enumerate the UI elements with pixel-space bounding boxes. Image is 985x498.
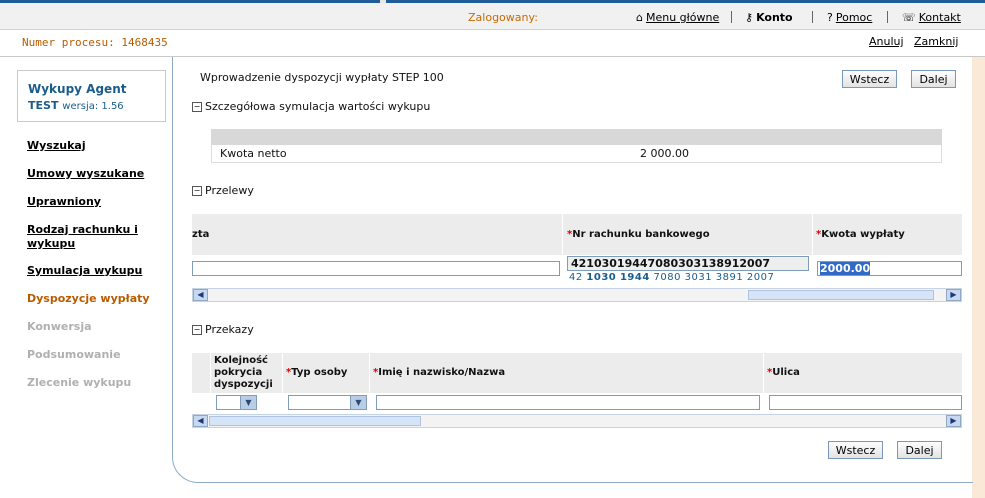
name-input[interactable] (376, 395, 760, 410)
back-button-bottom[interactable]: Wstecz (828, 441, 883, 459)
next-button-top[interactable]: Dalej (911, 70, 956, 88)
sidebar-item-search[interactable]: Wyszukaj (27, 139, 86, 152)
sidebar-item-found-contracts[interactable]: Umowy wyszukane (27, 167, 144, 180)
back-button-top[interactable]: Wstecz (842, 70, 897, 88)
scrollbar-thumb[interactable] (209, 416, 421, 426)
transfers-out-section-title: Przekazy (205, 323, 254, 336)
contact-label: Kontakt (918, 11, 961, 24)
home-icon: ⌂ (636, 11, 643, 24)
collapse-icon[interactable]: − (192, 186, 202, 196)
column-header-blank (192, 353, 211, 393)
collapse-icon[interactable]: − (192, 102, 202, 112)
sidebar-item-simulation[interactable]: Symulacja wykupu (27, 264, 142, 277)
scroll-left-icon[interactable]: ◀ (193, 415, 208, 427)
account-formatted: 42 1030 1944 7080 3031 3891 2007 (569, 272, 774, 283)
process-bar: Numer procesu: 1468435 Anuluj Zamknij (0, 30, 985, 57)
app-title: Wykupy Agent (28, 82, 127, 96)
sidebar-item-beneficiary[interactable]: Uprawniony (27, 195, 101, 208)
header-divider (812, 11, 813, 23)
cancel-link[interactable]: Anuluj (869, 35, 904, 48)
main-menu-label: Menu główne (645, 11, 720, 24)
account-part: 42 (569, 272, 583, 283)
process-number: Numer procesu: 1468435 (22, 36, 168, 49)
payout-amount-value: 2000.00 (820, 262, 871, 275)
help-label: Pomoc (835, 11, 873, 24)
simulation-table-header (211, 129, 942, 145)
simulation-section-title: Szczegółowa symulacja wartości wykupu (205, 100, 431, 113)
sidebar-item-payout-dispositions[interactable]: Dyspozycje wypłaty (27, 292, 150, 305)
street-header-label: Ulica (772, 367, 800, 378)
phone-icon: ☏ (902, 11, 916, 24)
column-header-account: *Nr rachunku bankowego (563, 214, 813, 255)
header-divider (887, 11, 888, 23)
next-button-bottom[interactable]: Dalej (897, 441, 942, 459)
env-label: TEST (28, 99, 59, 112)
net-amount-value: 2 000.00 (640, 147, 689, 160)
scrollbar-thumb[interactable] (748, 290, 934, 300)
close-link[interactable]: Zamknij (914, 35, 958, 48)
account-part-bold: 1944 (619, 272, 650, 283)
sidebar-item-summary: Podsumowanie (27, 348, 121, 361)
help-link[interactable]: ? Pomoc (827, 11, 872, 24)
order-header-label: Kolejność pokrycia dyspozycji (214, 355, 273, 390)
page-title: Wprowadzenie dyspozycji wypłaty STEP 100 (200, 71, 444, 84)
column-header-person-type: *Typ osoby (283, 353, 370, 393)
right-margin (972, 57, 985, 498)
column-header-label: zta (192, 229, 210, 240)
logged-in-label: Zalogowany: (468, 11, 538, 24)
column-header-amount: *Kwota wypłaty (813, 214, 963, 255)
account-part: 7080 3031 3891 2007 (653, 272, 775, 283)
scroll-right-icon[interactable]: ▶ (946, 415, 961, 427)
column-header-street: *Ulica (764, 353, 963, 393)
transfers-out-scrollbar[interactable]: ◀ ▶ (192, 414, 962, 428)
account-header-label: Nr rachunku bankowego (572, 229, 710, 240)
transfers-scrollbar[interactable]: ◀ ▶ (192, 288, 962, 302)
account-link[interactable]: ⚷ Konto (745, 11, 793, 24)
question-icon: ? (827, 11, 833, 24)
amount-header-label: Kwota wypłaty (821, 229, 905, 240)
street-input[interactable] (769, 395, 962, 410)
column-header: zta (192, 214, 563, 255)
key-icon: ⚷ (745, 11, 754, 24)
account-part-bold: 1030 (586, 272, 617, 283)
sidebar-item-conversion: Konwersja (27, 320, 92, 333)
net-amount-label: Kwota netto (220, 147, 287, 160)
chevron-down-icon[interactable]: ▼ (350, 396, 366, 409)
column-header-name: *Imię i nazwisko/Nazwa (370, 353, 764, 393)
contact-link[interactable]: ☏ Kontakt (902, 11, 961, 24)
scroll-left-icon[interactable]: ◀ (193, 289, 208, 301)
name-header-label: Imię i nazwisko/Nazwa (378, 367, 506, 378)
sidebar-item-order: Zlecenie wykupu (27, 376, 132, 389)
collapse-icon[interactable]: − (192, 325, 202, 335)
payout-amount-input[interactable]: 2000.00 (817, 261, 962, 276)
person-type-select[interactable]: ▼ (288, 395, 367, 410)
scroll-right-icon[interactable]: ▶ (946, 289, 961, 301)
app-env: TEST wersja: 1.56 (28, 99, 124, 112)
table-row: Kwota netto 2 000.00 (211, 145, 942, 163)
column-header-order: Kolejność pokrycia dyspozycji (211, 353, 283, 393)
app-info-card: Wykupy Agent TEST wersja: 1.56 (17, 70, 166, 122)
top-header: Zalogowany: ⌂ Menu główne ⚷ Konto ? Pomoc ☏… (0, 3, 985, 30)
sidebar-item-account-type[interactable]: Rodzaj rachunku i wykupu (27, 223, 162, 251)
chevron-down-icon[interactable]: ▼ (240, 396, 256, 409)
version-label: wersja: 1.56 (62, 101, 124, 112)
main-menu-link[interactable]: ⌂ Menu główne (636, 11, 719, 24)
transfers-section-title: Przelewy (205, 184, 254, 197)
header-divider (731, 11, 732, 23)
account-number-field[interactable]: 42103019447080303138912007 (567, 256, 809, 271)
person-type-header-label: Typ osoby (291, 367, 348, 378)
order-select[interactable]: ▼ (216, 395, 257, 410)
account-label: Konto (756, 11, 793, 24)
transfer-text-input[interactable] (192, 261, 560, 276)
